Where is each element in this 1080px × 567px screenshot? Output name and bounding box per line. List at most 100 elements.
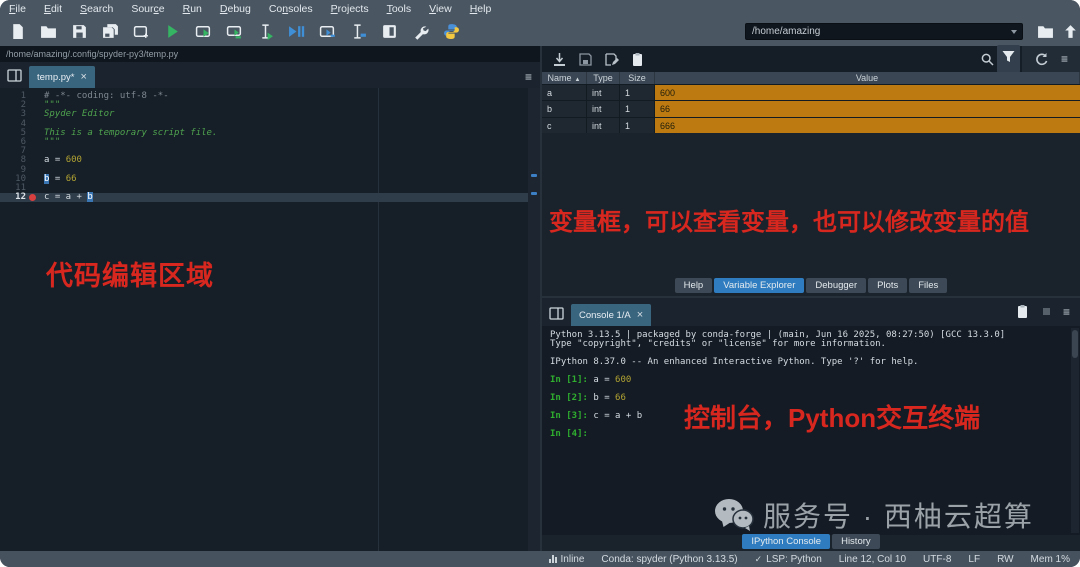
- new-cell-icon[interactable]: [133, 23, 150, 40]
- code-line[interactable]: 9: [0, 165, 528, 175]
- working-directory-input[interactable]: [746, 26, 1011, 37]
- new-file-icon[interactable]: [9, 23, 26, 40]
- close-icon[interactable]: ×: [637, 309, 643, 321]
- cell-size[interactable]: 1: [620, 117, 655, 134]
- import-data-icon[interactable]: [552, 52, 567, 67]
- code-line[interactable]: 6 """: [0, 137, 528, 147]
- breakpoint-gutter[interactable]: [26, 147, 40, 156]
- editor-options-menu-icon[interactable]: ≡: [525, 71, 532, 83]
- table-row[interactable]: a int 1 600: [542, 84, 1080, 101]
- code-line[interactable]: 8a = 600: [0, 156, 528, 165]
- save-data-icon[interactable]: [578, 52, 593, 67]
- menu-tools[interactable]: Tools: [378, 3, 421, 15]
- menu-consoles[interactable]: Consoles: [260, 3, 322, 15]
- filter-icon-active[interactable]: [996, 45, 1020, 73]
- breakpoint-gutter[interactable]: [26, 166, 40, 175]
- cell-type[interactable]: int: [587, 117, 620, 134]
- cell-name[interactable]: c: [542, 117, 587, 134]
- open-file-icon[interactable]: [40, 23, 57, 40]
- breakpoint-gutter[interactable]: [26, 138, 40, 147]
- cell-name[interactable]: b: [542, 101, 587, 117]
- python-env-icon[interactable]: [443, 23, 460, 40]
- cell-type[interactable]: int: [587, 101, 620, 117]
- editor-scrollbar[interactable]: [528, 88, 540, 551]
- menu-debug[interactable]: Debug: [211, 3, 260, 15]
- breakpoint-gutter[interactable]: [26, 175, 40, 184]
- parent-directory-icon[interactable]: [1062, 23, 1079, 40]
- working-directory-combo[interactable]: [745, 23, 1023, 40]
- tab-plots[interactable]: Plots: [868, 278, 908, 293]
- cell-value[interactable]: 600: [655, 85, 1080, 101]
- console-options-menu-icon[interactable]: ≡: [1063, 306, 1070, 318]
- code-line[interactable]: 12 c = a + b: [0, 192, 528, 203]
- breakpoint-gutter[interactable]: [26, 101, 40, 110]
- run-selection-icon[interactable]: [257, 23, 274, 40]
- run-cell-icon[interactable]: [195, 23, 212, 40]
- tab-debugger[interactable]: Debugger: [806, 278, 867, 293]
- search-icon[interactable]: [980, 52, 995, 67]
- debug-cell-icon[interactable]: [319, 23, 336, 40]
- variable-table[interactable]: Name ▲ Type Size Value a int 1 600 b int 1 66 c int 1 66…: [542, 72, 1080, 134]
- console-tab[interactable]: Console 1/A ×: [571, 304, 652, 326]
- cell-type[interactable]: int: [587, 85, 620, 101]
- column-header-name[interactable]: Name ▲: [542, 72, 587, 84]
- breakpoint-gutter[interactable]: [26, 110, 40, 119]
- breakpoint-gutter[interactable]: [26, 193, 40, 202]
- save-icon[interactable]: [71, 23, 88, 40]
- filter-icon[interactable]: [1001, 49, 1016, 64]
- run-file-icon[interactable]: [164, 23, 181, 40]
- preferences-wrench-icon[interactable]: [412, 23, 429, 40]
- breakpoint-gutter[interactable]: [26, 156, 40, 165]
- paste-data-icon[interactable]: [630, 52, 645, 67]
- menu-edit[interactable]: Edit: [35, 3, 71, 15]
- breakpoint-icon[interactable]: [29, 194, 36, 202]
- breakpoint-gutter[interactable]: [26, 184, 40, 193]
- menu-help[interactable]: Help: [461, 3, 501, 15]
- scroll-thumb[interactable]: [1072, 330, 1078, 358]
- line-number[interactable]: 12: [0, 192, 26, 202]
- debug-file-icon[interactable]: [288, 23, 305, 40]
- column-header-type[interactable]: Type: [587, 72, 620, 84]
- code-line[interactable]: 3 Spyder Editor: [0, 110, 528, 119]
- tab-history[interactable]: History: [832, 534, 880, 549]
- menu-projects[interactable]: Projects: [322, 3, 378, 15]
- interrupt-kernel-icon[interactable]: [1042, 308, 1050, 315]
- code-line[interactable]: 5 This is a temporary script file.: [0, 128, 528, 138]
- code-line[interactable]: 1 # -*- coding: utf-8 -*-: [0, 91, 528, 101]
- tab-variable-explorer[interactable]: Variable Explorer: [714, 278, 805, 293]
- browse-directory-icon[interactable]: [1037, 23, 1054, 40]
- console-scrollbar[interactable]: [1071, 328, 1079, 533]
- browse-tabs-icon[interactable]: [549, 306, 564, 321]
- breakpoint-gutter[interactable]: [26, 129, 40, 138]
- code-line[interactable]: 10 b = 66: [0, 173, 528, 184]
- cell-value[interactable]: 66: [655, 101, 1080, 117]
- cell-name[interactable]: a: [542, 85, 587, 101]
- menu-source[interactable]: Source: [122, 3, 173, 15]
- breakpoint-gutter[interactable]: [26, 92, 40, 101]
- caret-down-icon[interactable]: [1011, 29, 1017, 34]
- table-row[interactable]: b int 1 66: [542, 100, 1080, 117]
- tab-files[interactable]: Files: [909, 278, 948, 293]
- code-editor[interactable]: 1 # -*- coding: utf-8 -*- 2 """ 3 Spyder Edit…: [0, 88, 540, 551]
- tab-ipython-console[interactable]: IPython Console: [742, 534, 831, 549]
- cell-size[interactable]: 1: [620, 85, 655, 101]
- menu-run[interactable]: Run: [174, 3, 211, 15]
- menu-view[interactable]: View: [420, 3, 461, 15]
- table-row[interactable]: c int 1 666: [542, 116, 1080, 134]
- column-header-value[interactable]: Value: [655, 72, 1080, 84]
- cell-value[interactable]: 666: [655, 117, 1080, 134]
- refresh-icon[interactable]: [1034, 52, 1049, 67]
- debug-selection-icon[interactable]: [350, 23, 367, 40]
- column-header-size[interactable]: Size: [620, 72, 655, 84]
- breakpoint-gutter[interactable]: [26, 120, 40, 129]
- cell-size[interactable]: 1: [620, 101, 655, 117]
- browse-tabs-icon[interactable]: [7, 68, 22, 83]
- maximize-pane-icon[interactable]: [381, 23, 398, 40]
- menu-file[interactable]: File: [0, 3, 35, 15]
- run-cell-advance-icon[interactable]: [226, 23, 243, 40]
- variable-options-menu-icon[interactable]: ≡: [1061, 53, 1068, 65]
- close-icon[interactable]: ×: [81, 71, 87, 83]
- inspect-icon[interactable]: [1015, 304, 1030, 319]
- save-data-as-icon[interactable]: [604, 52, 619, 67]
- menu-search[interactable]: Search: [71, 3, 122, 15]
